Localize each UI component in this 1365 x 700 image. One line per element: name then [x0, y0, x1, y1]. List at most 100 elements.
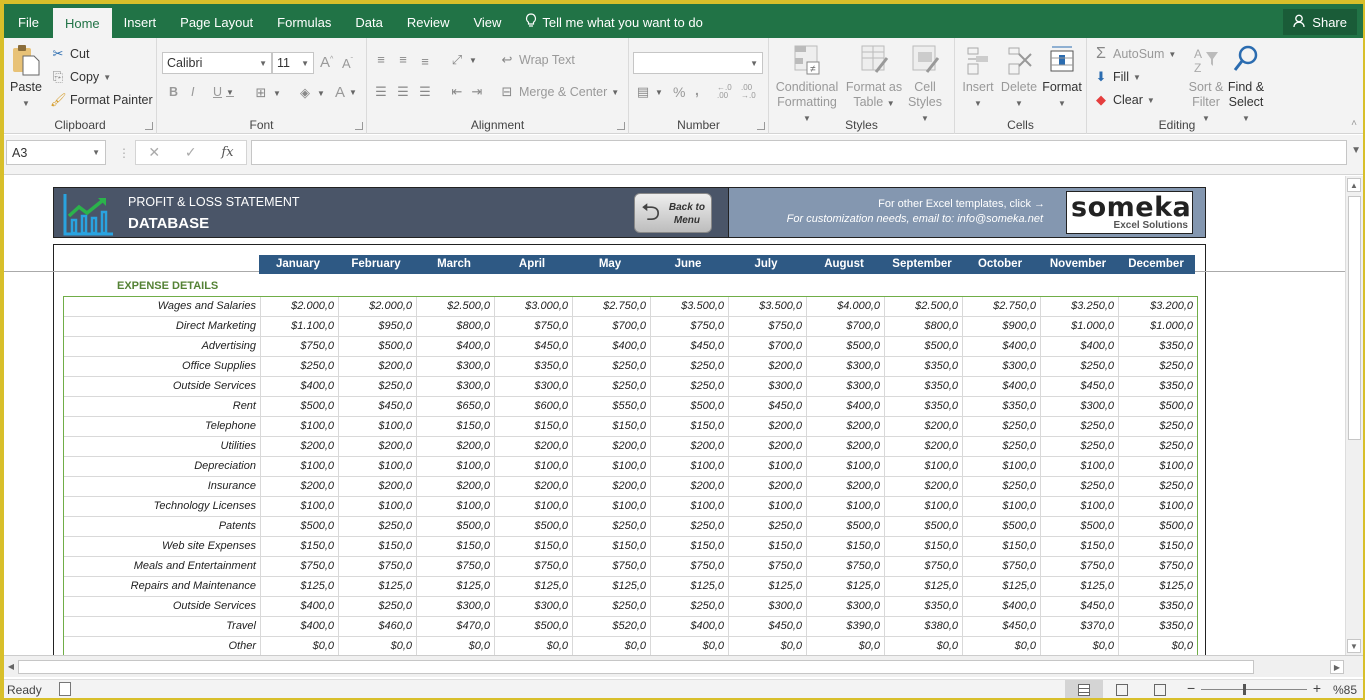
expense-cell[interactable]: $150,0 — [1119, 537, 1197, 556]
accounting-format-button[interactable]: ▤ ▼ — [635, 84, 663, 100]
expense-cell[interactable]: $750,0 — [729, 317, 807, 336]
expense-cell[interactable]: $100,0 — [339, 417, 417, 436]
expense-cell[interactable]: $400,0 — [417, 337, 495, 356]
expense-cell[interactable]: $150,0 — [1041, 537, 1119, 556]
expense-cell[interactable]: $500,0 — [339, 337, 417, 356]
expense-cell[interactable]: $125,0 — [963, 577, 1041, 596]
worksheet[interactable]: PROFIT & LOSS STATEMENT DATABASE ⮌ Back … — [4, 176, 1345, 655]
expense-cell[interactable]: $200,0 — [261, 477, 339, 496]
expense-cell[interactable]: $460,0 — [339, 617, 417, 636]
expense-cell[interactable]: $200,0 — [417, 477, 495, 496]
expense-cell[interactable]: $3.000,0 — [495, 297, 573, 316]
expense-cell[interactable]: $200,0 — [807, 417, 885, 436]
expense-cell[interactable]: $250,0 — [1041, 477, 1119, 496]
macro-recorder-icon[interactable] — [59, 682, 71, 696]
expense-cell[interactable]: $100,0 — [1041, 497, 1119, 516]
expense-cell[interactable]: $200,0 — [885, 417, 963, 436]
expense-cell[interactable]: $750,0 — [963, 557, 1041, 576]
expense-cell[interactable]: $750,0 — [261, 557, 339, 576]
expense-cell[interactable]: $300,0 — [1041, 397, 1119, 416]
row-label[interactable]: Patents — [64, 517, 261, 536]
expense-cell[interactable]: $100,0 — [1119, 457, 1197, 476]
row-label[interactable]: Technology Licenses — [64, 497, 261, 516]
orientation-button[interactable]: ⤢ ▼ — [449, 52, 477, 68]
expense-cell[interactable]: $300,0 — [807, 357, 885, 376]
tab-insert[interactable]: Insert — [112, 8, 169, 36]
expense-cell[interactable]: $200,0 — [729, 437, 807, 456]
expense-cell[interactable]: $500,0 — [417, 517, 495, 536]
expense-cell[interactable]: $150,0 — [729, 537, 807, 556]
back-to-menu-button[interactable]: ⮌ Back to Menu — [634, 193, 712, 233]
expense-cell[interactable]: $2.500,0 — [885, 297, 963, 316]
expense-cell[interactable]: $0,0 — [1041, 637, 1119, 655]
expense-cell[interactable]: $300,0 — [417, 357, 495, 376]
expense-cell[interactable]: $500,0 — [495, 617, 573, 636]
expense-cell[interactable]: $300,0 — [729, 597, 807, 616]
expense-cell[interactable]: $100,0 — [339, 457, 417, 476]
expense-cell[interactable]: $1.000,0 — [1041, 317, 1119, 336]
expense-cell[interactable]: $400,0 — [573, 337, 651, 356]
expense-cell[interactable]: $450,0 — [729, 397, 807, 416]
format-cells-button[interactable]: Format ▼ — [1041, 44, 1083, 111]
expense-cell[interactable]: $350,0 — [1119, 597, 1197, 616]
insert-function-icon[interactable]: fx — [221, 145, 233, 160]
expense-cell[interactable]: $370,0 — [1041, 617, 1119, 636]
paste-button[interactable]: Paste ▼ — [8, 44, 44, 111]
expense-cell[interactable]: $450,0 — [729, 617, 807, 636]
expense-cell[interactable]: $250,0 — [573, 357, 651, 376]
expense-cell[interactable]: $100,0 — [1119, 497, 1197, 516]
expense-cell[interactable]: $750,0 — [651, 317, 729, 336]
expense-cell[interactable]: $250,0 — [651, 517, 729, 536]
collapse-ribbon-button[interactable]: ˄ — [1351, 118, 1357, 129]
expense-cell[interactable]: $350,0 — [1119, 337, 1197, 356]
expense-cell[interactable]: $750,0 — [573, 557, 651, 576]
scroll-down-icon[interactable]: ▼ — [1347, 639, 1361, 653]
tab-review[interactable]: Review — [395, 8, 462, 36]
expense-cell[interactable]: $300,0 — [495, 377, 573, 396]
expense-cell[interactable]: $500,0 — [1119, 397, 1197, 416]
expense-cell[interactable]: $125,0 — [573, 577, 651, 596]
expense-cell[interactable]: $250,0 — [651, 357, 729, 376]
expense-cell[interactable]: $300,0 — [963, 357, 1041, 376]
tab-file[interactable]: File — [4, 8, 53, 36]
borders-button[interactable]: ⊞ ▼ — [253, 85, 281, 101]
expense-cell[interactable]: $250,0 — [729, 517, 807, 536]
expense-cell[interactable]: $500,0 — [261, 397, 339, 416]
increase-decimal-button[interactable]: ←.0.00 — [717, 84, 732, 100]
expense-cell[interactable]: $2.000,0 — [339, 297, 417, 316]
expense-cell[interactable]: $700,0 — [807, 317, 885, 336]
expense-cell[interactable]: $300,0 — [807, 597, 885, 616]
expense-cell[interactable]: $3.250,0 — [1041, 297, 1119, 316]
bold-button[interactable]: B — [169, 85, 178, 99]
tab-page-layout[interactable]: Page Layout — [168, 8, 265, 36]
row-label[interactable]: Depreciation — [64, 457, 261, 476]
row-label[interactable]: Wages and Salaries — [64, 297, 261, 316]
zoom-in-icon[interactable]: + — [1313, 680, 1321, 696]
expense-cell[interactable]: $750,0 — [261, 337, 339, 356]
normal-view-button[interactable] — [1065, 680, 1103, 698]
align-left-button[interactable]: ☰ — [373, 84, 389, 100]
share-button[interactable]: Share — [1283, 9, 1357, 35]
expense-cell[interactable]: $750,0 — [495, 557, 573, 576]
clipboard-launcher-icon[interactable] — [145, 122, 153, 130]
expense-cell[interactable]: $250,0 — [573, 517, 651, 536]
expense-cell[interactable]: $520,0 — [573, 617, 651, 636]
alignment-launcher-icon[interactable] — [617, 122, 625, 130]
expense-cell[interactable]: $200,0 — [339, 477, 417, 496]
expense-cell[interactable]: $550,0 — [573, 397, 651, 416]
increase-indent-button[interactable]: ⇥ — [469, 84, 485, 100]
expense-cell[interactable]: $500,0 — [963, 517, 1041, 536]
expense-cell[interactable]: $300,0 — [417, 377, 495, 396]
expense-cell[interactable]: $100,0 — [1041, 457, 1119, 476]
expense-cell[interactable]: $100,0 — [573, 497, 651, 516]
expense-cell[interactable]: $4.000,0 — [807, 297, 885, 316]
expense-cell[interactable]: $950,0 — [339, 317, 417, 336]
expense-cell[interactable]: $0,0 — [885, 637, 963, 655]
cancel-icon[interactable]: ✕ — [148, 144, 160, 161]
horizontal-scroll-thumb[interactable] — [18, 660, 1254, 674]
scroll-left-icon[interactable]: ◀ — [4, 660, 18, 674]
expense-cell[interactable]: $350,0 — [885, 377, 963, 396]
expense-cell[interactable]: $100,0 — [807, 497, 885, 516]
expense-cell[interactable]: $350,0 — [963, 397, 1041, 416]
number-format-combo[interactable]: ▼ — [633, 52, 763, 74]
